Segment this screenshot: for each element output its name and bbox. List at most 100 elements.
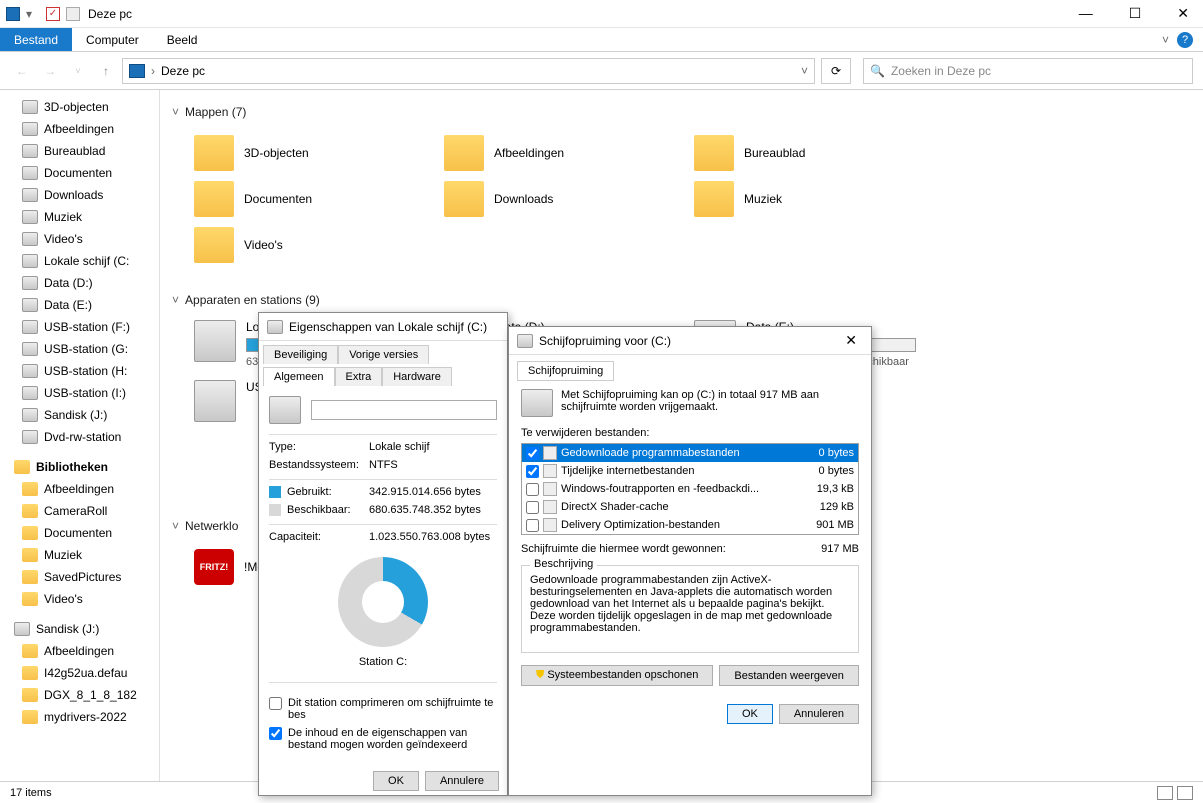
cancel-button[interactable]: Annulere xyxy=(425,771,499,791)
item-checkbox[interactable] xyxy=(526,483,539,496)
tree-item[interactable]: USB-station (F:) xyxy=(0,316,159,338)
tab-hardware[interactable]: Hardware xyxy=(382,367,452,386)
folder-item[interactable]: Muziek xyxy=(692,176,942,222)
tab-extra[interactable]: Extra xyxy=(335,367,383,386)
view-icons-icon[interactable] xyxy=(1177,786,1193,800)
search-icon: 🔍 xyxy=(870,64,885,78)
nav-tree[interactable]: 3D-objectenAfbeeldingenBureaubladDocumen… xyxy=(0,90,160,781)
tree-item[interactable]: Sandisk (J:) xyxy=(0,404,159,426)
tree-item[interactable]: Muziek xyxy=(0,544,159,566)
index-checkbox[interactable] xyxy=(269,727,282,740)
item-checkbox[interactable] xyxy=(526,465,539,478)
tab-security[interactable]: Beveiliging xyxy=(263,345,338,364)
tab-general[interactable]: Algemeen xyxy=(263,367,335,386)
cleanup-files-list[interactable]: Gedownloade programmabestanden0 bytesTij… xyxy=(521,443,859,535)
cleanup-list-item[interactable]: DirectX Shader-cache129 kB xyxy=(522,498,858,516)
tree-item[interactable]: Data (D:) xyxy=(0,272,159,294)
tree-item[interactable]: DGX_8_1_8_182 xyxy=(0,684,159,706)
tree-item[interactable]: Afbeeldingen xyxy=(0,640,159,662)
up-button[interactable]: ↑ xyxy=(94,59,118,83)
address-bar[interactable]: › Deze pc ˅ xyxy=(122,58,815,84)
tree-item[interactable]: Afbeeldingen xyxy=(0,118,159,140)
item-checkbox[interactable] xyxy=(526,519,539,532)
tree-libraries[interactable]: Bibliotheken xyxy=(0,456,159,478)
clean-system-button[interactable]: ⛊ Systeembestanden opschonen xyxy=(521,665,713,686)
ok-button[interactable]: OK xyxy=(727,704,773,724)
tab-view[interactable]: Beeld xyxy=(153,28,212,51)
tree-item[interactable]: I42g52ua.defau xyxy=(0,662,159,684)
cleanup-list-item[interactable]: Gedownloade programmabestanden0 bytes xyxy=(522,444,858,462)
cleanup-titlebar[interactable]: Schijfopruiming voor (C:) ✕ xyxy=(509,327,871,355)
tree-item[interactable]: 3D-objecten xyxy=(0,96,159,118)
minimize-button[interactable]: — xyxy=(1071,5,1101,22)
close-icon[interactable]: ✕ xyxy=(839,332,863,349)
view-details-icon[interactable] xyxy=(1157,786,1173,800)
item-icon xyxy=(22,320,38,334)
cleanup-list-item[interactable]: Tijdelijke internetbestanden0 bytes xyxy=(522,462,858,480)
tree-item[interactable]: Lokale schijf (C: xyxy=(0,250,159,272)
qat-dropdown[interactable]: ▾ xyxy=(26,7,40,21)
folder-item[interactable]: Afbeeldingen xyxy=(442,130,692,176)
tree-item[interactable]: Documenten xyxy=(0,162,159,184)
tree-item[interactable]: USB-station (G: xyxy=(0,338,159,360)
cancel-button[interactable]: Annuleren xyxy=(779,704,859,724)
tree-sandisk[interactable]: Sandisk (J:) xyxy=(0,618,159,640)
folder-item[interactable]: Downloads xyxy=(442,176,692,222)
properties-icon[interactable] xyxy=(66,7,80,21)
folder-icon xyxy=(444,181,484,217)
refresh-button[interactable]: ⟳ xyxy=(821,58,851,84)
ok-button[interactable]: OK xyxy=(373,771,419,791)
search-box[interactable]: 🔍 Zoeken in Deze pc xyxy=(863,58,1193,84)
tree-item[interactable]: USB-station (H: xyxy=(0,360,159,382)
file-tab[interactable]: Bestand xyxy=(0,28,72,51)
help-icon[interactable]: ? xyxy=(1177,32,1193,48)
tab-prev-versions[interactable]: Vorige versies xyxy=(338,345,429,364)
compress-checkbox[interactable] xyxy=(269,697,282,710)
group-folders-header[interactable]: ˅ Mappen (7) xyxy=(172,100,1191,124)
tree-item[interactable]: CameraRoll xyxy=(0,500,159,522)
titlebar: ▾ ✓ Deze pc — ☐ ✕ xyxy=(0,0,1203,28)
item-icon xyxy=(22,144,38,158)
group-drives-header[interactable]: ˅ Apparaten en stations (9) xyxy=(172,288,1191,312)
cleanup-list-item[interactable]: Windows-foutrapporten en -feedbackdi...1… xyxy=(522,480,858,498)
tree-item[interactable]: Video's xyxy=(0,588,159,610)
item-count: 17 items xyxy=(10,787,52,799)
folder-item[interactable]: Documenten xyxy=(192,176,442,222)
folder-item[interactable]: Bureaublad xyxy=(692,130,942,176)
item-icon xyxy=(22,408,38,422)
tree-item[interactable]: Muziek xyxy=(0,206,159,228)
ribbon: Bestand Computer Beeld ˅ ? xyxy=(0,28,1203,52)
tree-item[interactable]: Bureaublad xyxy=(0,140,159,162)
used-color-icon xyxy=(269,486,281,498)
folder-icon xyxy=(444,135,484,171)
tab-computer[interactable]: Computer xyxy=(72,28,153,51)
folder-item[interactable]: 3D-objecten xyxy=(192,130,442,176)
tree-item[interactable]: Video's xyxy=(0,228,159,250)
cleanup-list-item[interactable]: Delivery Optimization-bestanden901 MB xyxy=(522,516,858,534)
tree-item[interactable]: USB-station (I:) xyxy=(0,382,159,404)
folder-item[interactable]: Video's xyxy=(192,222,442,268)
ribbon-expand-icon[interactable]: ˅ xyxy=(1162,33,1169,47)
item-checkbox[interactable] xyxy=(526,447,539,460)
tree-item[interactable]: Dvd-rw-station xyxy=(0,426,159,448)
properties-titlebar[interactable]: Eigenschappen van Lokale schijf (C:) xyxy=(259,313,507,341)
item-checkbox[interactable] xyxy=(526,501,539,514)
forward-button[interactable]: → xyxy=(38,59,62,83)
tree-item[interactable]: mydrivers-2022 xyxy=(0,706,159,728)
recent-dropdown[interactable]: ˅ xyxy=(66,59,90,83)
item-icon xyxy=(22,570,38,584)
tree-item[interactable]: Documenten xyxy=(0,522,159,544)
item-icon xyxy=(22,548,38,562)
tab-cleanup[interactable]: Schijfopruiming xyxy=(517,361,614,381)
drive-label-input[interactable] xyxy=(311,400,497,420)
checkbox-icon[interactable]: ✓ xyxy=(46,7,60,21)
tree-item[interactable]: Afbeeldingen xyxy=(0,478,159,500)
back-button[interactable]: ← xyxy=(10,59,34,83)
view-files-button[interactable]: Bestanden weergeven xyxy=(719,665,858,686)
tree-item[interactable]: SavedPictures xyxy=(0,566,159,588)
address-dropdown-icon[interactable]: ˅ xyxy=(801,64,808,78)
tree-item[interactable]: Downloads xyxy=(0,184,159,206)
tree-item[interactable]: Data (E:) xyxy=(0,294,159,316)
close-button[interactable]: ✕ xyxy=(1169,5,1197,22)
maximize-button[interactable]: ☐ xyxy=(1121,5,1150,22)
